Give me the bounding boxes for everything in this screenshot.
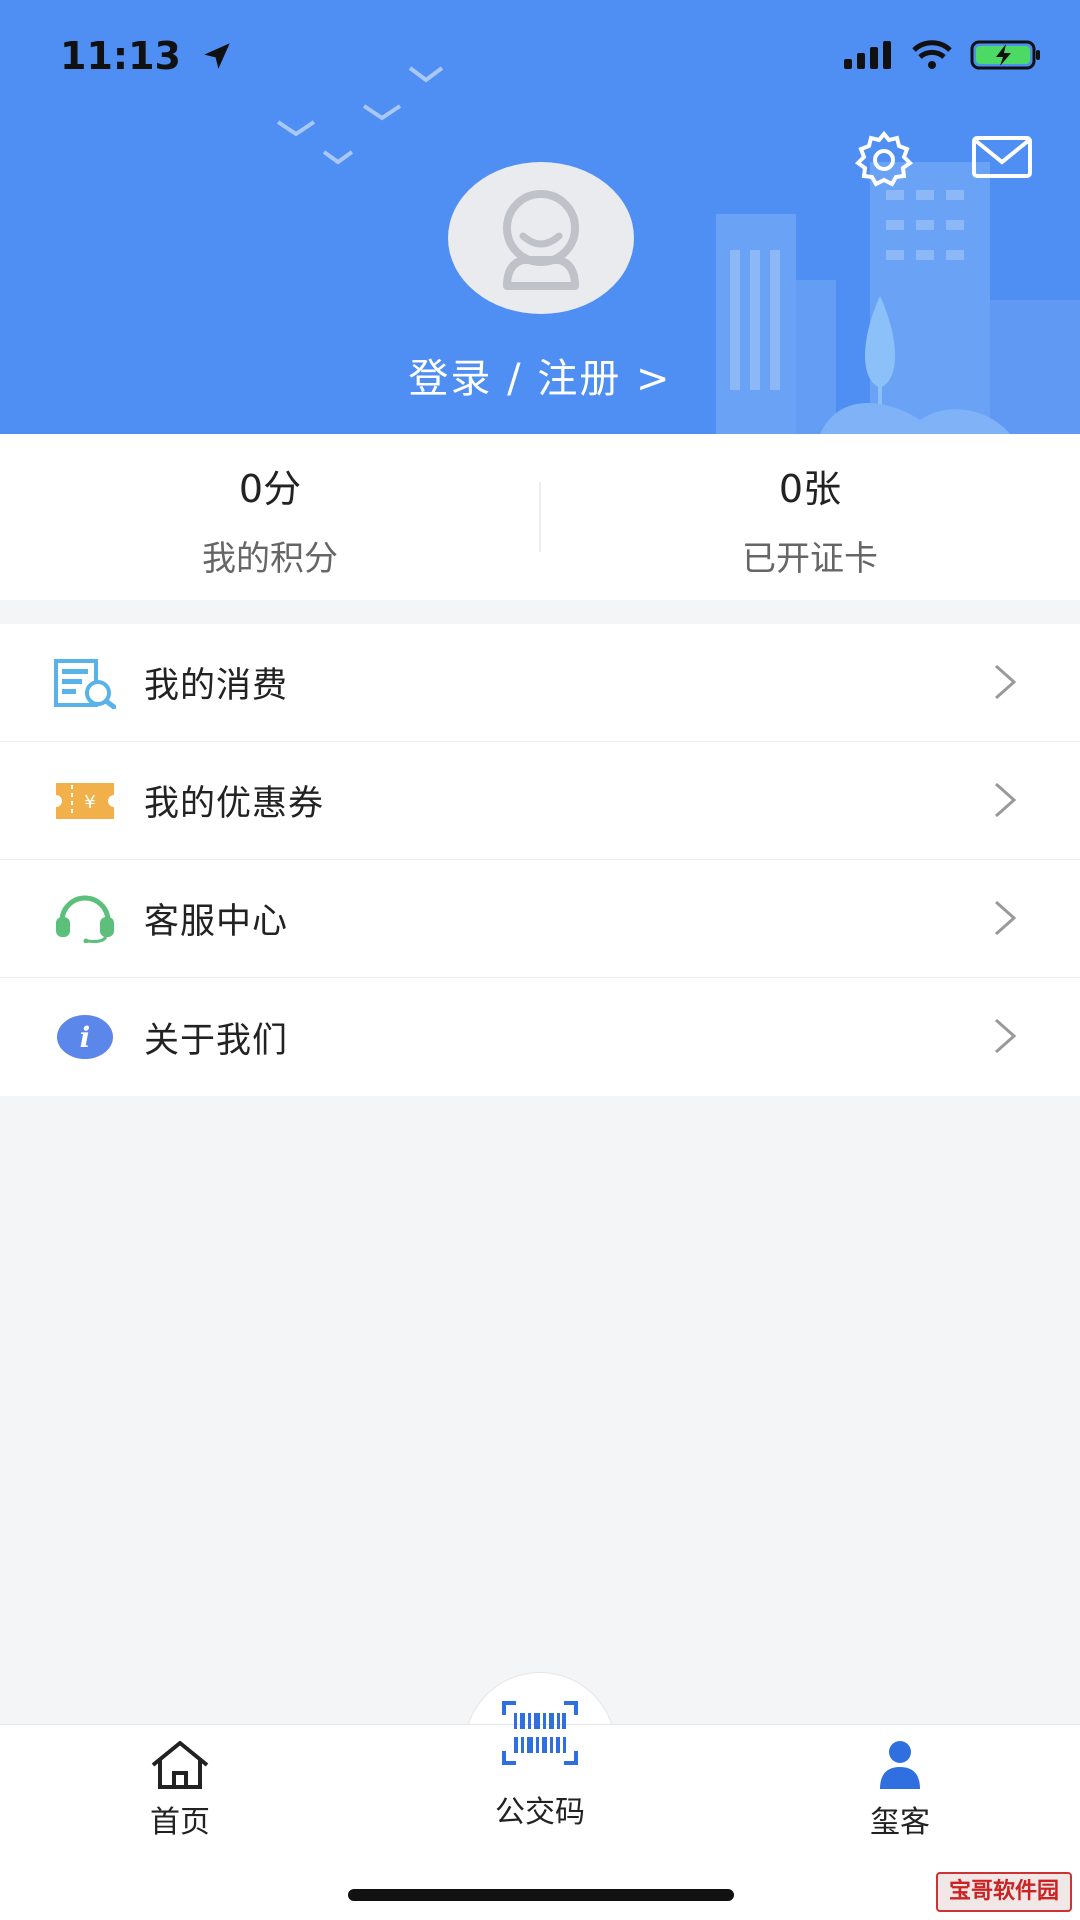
status-indicators	[844, 38, 1042, 72]
info-icon: i	[54, 1006, 116, 1068]
tab-bus-code[interactable]: 公交码	[470, 1699, 610, 1831]
tab-label: 首页	[150, 1805, 210, 1840]
menu-item-about-us[interactable]: i 关于我们	[0, 978, 1080, 1096]
cards-value: 0张	[778, 467, 842, 511]
points-label: 我的积分	[202, 539, 338, 579]
home-indicator[interactable]	[348, 1889, 734, 1901]
home-icon	[151, 1741, 209, 1789]
status-bar: 11:13	[0, 0, 1080, 110]
settings-gear-icon[interactable]	[852, 128, 916, 192]
receipt-icon	[54, 652, 116, 714]
tab-label: 公交码	[495, 1795, 585, 1830]
tab-profile[interactable]: 玺客	[850, 1739, 950, 1841]
cards-label: 已开证卡	[742, 539, 878, 579]
tab-label: 玺客	[870, 1805, 930, 1840]
menu-label: 客服中心	[144, 902, 289, 942]
clock-text: 11:13	[60, 34, 181, 78]
chevron-right-icon	[995, 664, 1017, 700]
points-value: 0分	[238, 467, 302, 511]
default-user-avatar-icon	[503, 190, 579, 290]
points-stat[interactable]: 0分 我的积分	[0, 434, 540, 600]
menu-label: 我的优惠券	[144, 784, 325, 824]
menu-item-coupons[interactable]: ¥ 我的优惠券	[0, 742, 1080, 860]
login-register-link[interactable]: 登录 / 注册 >	[0, 346, 1080, 404]
chevron-right-icon	[995, 782, 1017, 818]
status-time: 11:13	[60, 34, 234, 78]
menu-item-consumption[interactable]: 我的消费	[0, 624, 1080, 742]
wifi-icon	[912, 40, 952, 69]
menu-label: 我的消费	[144, 666, 289, 706]
cards-stat[interactable]: 0张 已开证卡	[540, 434, 1080, 600]
battery-charging-icon	[970, 40, 1040, 70]
coupon-icon: ¥	[54, 770, 116, 832]
menu-label: 关于我们	[144, 1020, 289, 1061]
stats-bar: 0分 我的积分 0张 已开证卡	[0, 434, 1080, 600]
profile-header: 11:13 登录 / 注册 >	[0, 0, 1080, 434]
chevron-right-icon	[995, 900, 1017, 936]
stats-divider	[539, 482, 541, 552]
chevron-right-icon	[995, 1018, 1017, 1054]
barcode-icon	[502, 1701, 578, 1765]
tab-home[interactable]: 首页	[130, 1739, 230, 1841]
menu-list: 我的消费 ¥ 我的优惠券 客服中心 i 关于我们	[0, 624, 1080, 1096]
svg-text:¥: ¥	[84, 792, 95, 813]
user-icon	[880, 1741, 920, 1789]
mail-envelope-icon[interactable]	[972, 136, 1032, 180]
menu-item-customer-service[interactable]: 客服中心	[0, 860, 1080, 978]
avatar[interactable]	[448, 162, 634, 314]
headset-icon	[54, 888, 116, 950]
watermark-logo: 宝哥软件园	[936, 1872, 1072, 1912]
cellular-signal-icon	[844, 41, 891, 69]
location-arrow-icon	[204, 43, 230, 69]
svg-text:i: i	[80, 1021, 91, 1054]
